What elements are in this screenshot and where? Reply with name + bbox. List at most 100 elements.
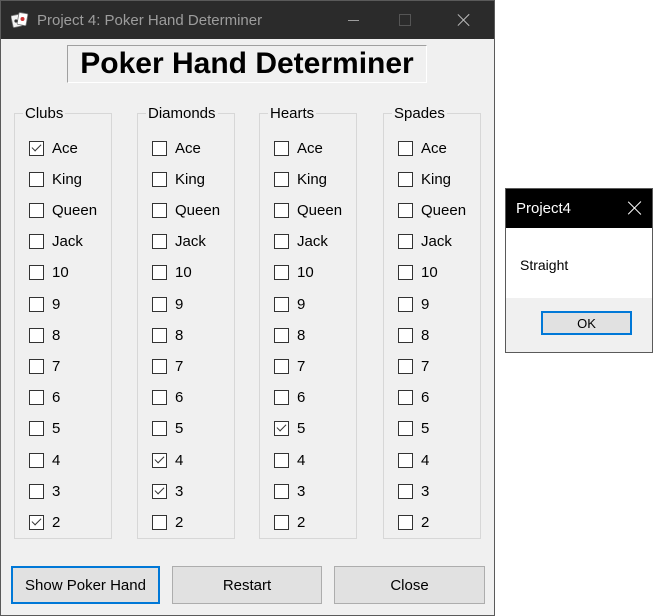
checkbox-hearts-queen[interactable]: Queen (274, 200, 342, 220)
checkbox-unchecked[interactable] (152, 514, 167, 530)
checkbox-clubs-ace[interactable]: Ace (29, 138, 78, 158)
checkbox-unchecked[interactable] (398, 452, 413, 468)
checkbox-hearts-jack[interactable]: Jack (274, 232, 328, 252)
checkbox-unchecked[interactable] (152, 296, 167, 312)
checkbox-diamonds-jack[interactable]: Jack (152, 232, 206, 252)
checkbox-unchecked[interactable] (29, 265, 44, 281)
checkbox-unchecked[interactable] (398, 421, 413, 437)
checkbox-unchecked[interactable] (398, 202, 413, 218)
checkbox-spades-ace[interactable]: Ace (398, 138, 447, 158)
checkbox-clubs-jack[interactable]: Jack (29, 232, 83, 252)
checkbox-spades-9[interactable]: 9 (398, 294, 429, 314)
checkbox-spades-4[interactable]: 4 (398, 450, 429, 470)
checkbox-unchecked[interactable] (274, 296, 289, 312)
checkbox-unchecked[interactable] (152, 421, 167, 437)
checkbox-diamonds-7[interactable]: 7 (152, 356, 183, 376)
dialog-ok-button[interactable]: OK (541, 311, 632, 335)
checkbox-unchecked[interactable] (274, 265, 289, 281)
maximize-button[interactable] (381, 1, 427, 39)
checkbox-unchecked[interactable] (274, 140, 289, 156)
close-button[interactable]: Close (334, 566, 485, 604)
checkbox-clubs-queen[interactable]: Queen (29, 200, 97, 220)
checkbox-diamonds-5[interactable]: 5 (152, 419, 183, 439)
checkbox-unchecked[interactable] (152, 234, 167, 250)
checkbox-clubs-10[interactable]: 10 (29, 263, 69, 283)
checkbox-checked[interactable] (29, 514, 44, 530)
checkbox-checked[interactable] (152, 483, 167, 499)
checkbox-spades-7[interactable]: 7 (398, 356, 429, 376)
checkbox-hearts-ace[interactable]: Ace (274, 138, 323, 158)
checkbox-hearts-2[interactable]: 2 (274, 512, 305, 532)
checkbox-unchecked[interactable] (152, 265, 167, 281)
checkbox-hearts-7[interactable]: 7 (274, 356, 305, 376)
checkbox-unchecked[interactable] (274, 514, 289, 530)
checkbox-clubs-king[interactable]: King (29, 169, 82, 189)
checkbox-diamonds-2[interactable]: 2 (152, 512, 183, 532)
checkbox-clubs-4[interactable]: 4 (29, 450, 60, 470)
checkbox-spades-3[interactable]: 3 (398, 481, 429, 501)
checkbox-clubs-9[interactable]: 9 (29, 294, 60, 314)
checkbox-unchecked[interactable] (274, 202, 289, 218)
checkbox-clubs-3[interactable]: 3 (29, 481, 60, 501)
checkbox-hearts-9[interactable]: 9 (274, 294, 305, 314)
checkbox-hearts-10[interactable]: 10 (274, 263, 314, 283)
checkbox-hearts-king[interactable]: King (274, 169, 327, 189)
checkbox-diamonds-3[interactable]: 3 (152, 481, 183, 501)
close-window-button[interactable] (441, 1, 487, 39)
checkbox-spades-2[interactable]: 2 (398, 512, 429, 532)
checkbox-hearts-5[interactable]: 5 (274, 419, 305, 439)
checkbox-unchecked[interactable] (29, 296, 44, 312)
checkbox-diamonds-6[interactable]: 6 (152, 388, 183, 408)
checkbox-spades-king[interactable]: King (398, 169, 451, 189)
checkbox-unchecked[interactable] (152, 140, 167, 156)
checkbox-hearts-6[interactable]: 6 (274, 388, 305, 408)
checkbox-unchecked[interactable] (274, 390, 289, 406)
checkbox-unchecked[interactable] (398, 234, 413, 250)
checkbox-diamonds-king[interactable]: King (152, 169, 205, 189)
checkbox-diamonds-9[interactable]: 9 (152, 294, 183, 314)
checkbox-diamonds-queen[interactable]: Queen (152, 200, 220, 220)
checkbox-unchecked[interactable] (29, 202, 44, 218)
checkbox-spades-8[interactable]: 8 (398, 325, 429, 345)
checkbox-unchecked[interactable] (398, 265, 413, 281)
checkbox-spades-10[interactable]: 10 (398, 263, 438, 283)
checkbox-clubs-7[interactable]: 7 (29, 356, 60, 376)
checkbox-unchecked[interactable] (398, 171, 413, 187)
checkbox-diamonds-8[interactable]: 8 (152, 325, 183, 345)
checkbox-diamonds-4[interactable]: 4 (152, 450, 183, 470)
checkbox-unchecked[interactable] (274, 327, 289, 343)
checkbox-unchecked[interactable] (152, 171, 167, 187)
checkbox-unchecked[interactable] (398, 390, 413, 406)
checkbox-checked[interactable] (274, 421, 289, 437)
checkbox-hearts-3[interactable]: 3 (274, 481, 305, 501)
checkbox-unchecked[interactable] (152, 327, 167, 343)
checkbox-unchecked[interactable] (29, 452, 44, 468)
checkbox-spades-6[interactable]: 6 (398, 388, 429, 408)
checkbox-unchecked[interactable] (274, 171, 289, 187)
checkbox-diamonds-ace[interactable]: Ace (152, 138, 201, 158)
checkbox-unchecked[interactable] (274, 358, 289, 374)
title-bar[interactable]: Project 4: Poker Hand Determiner (1, 1, 494, 39)
checkbox-unchecked[interactable] (274, 234, 289, 250)
checkbox-unchecked[interactable] (274, 452, 289, 468)
checkbox-unchecked[interactable] (152, 390, 167, 406)
checkbox-unchecked[interactable] (398, 140, 413, 156)
checkbox-unchecked[interactable] (29, 171, 44, 187)
checkbox-unchecked[interactable] (152, 358, 167, 374)
checkbox-checked[interactable] (29, 140, 44, 156)
checkbox-unchecked[interactable] (29, 234, 44, 250)
checkbox-clubs-5[interactable]: 5 (29, 419, 60, 439)
checkbox-diamonds-10[interactable]: 10 (152, 263, 192, 283)
checkbox-checked[interactable] (152, 452, 167, 468)
dialog-close-icon[interactable] (628, 201, 642, 215)
checkbox-clubs-8[interactable]: 8 (29, 325, 60, 345)
checkbox-clubs-2[interactable]: 2 (29, 512, 60, 532)
checkbox-unchecked[interactable] (398, 327, 413, 343)
checkbox-unchecked[interactable] (152, 202, 167, 218)
checkbox-unchecked[interactable] (29, 358, 44, 374)
restart-button[interactable]: Restart (172, 566, 322, 604)
checkbox-spades-jack[interactable]: Jack (398, 232, 452, 252)
checkbox-hearts-8[interactable]: 8 (274, 325, 305, 345)
checkbox-unchecked[interactable] (29, 421, 44, 437)
checkbox-hearts-4[interactable]: 4 (274, 450, 305, 470)
